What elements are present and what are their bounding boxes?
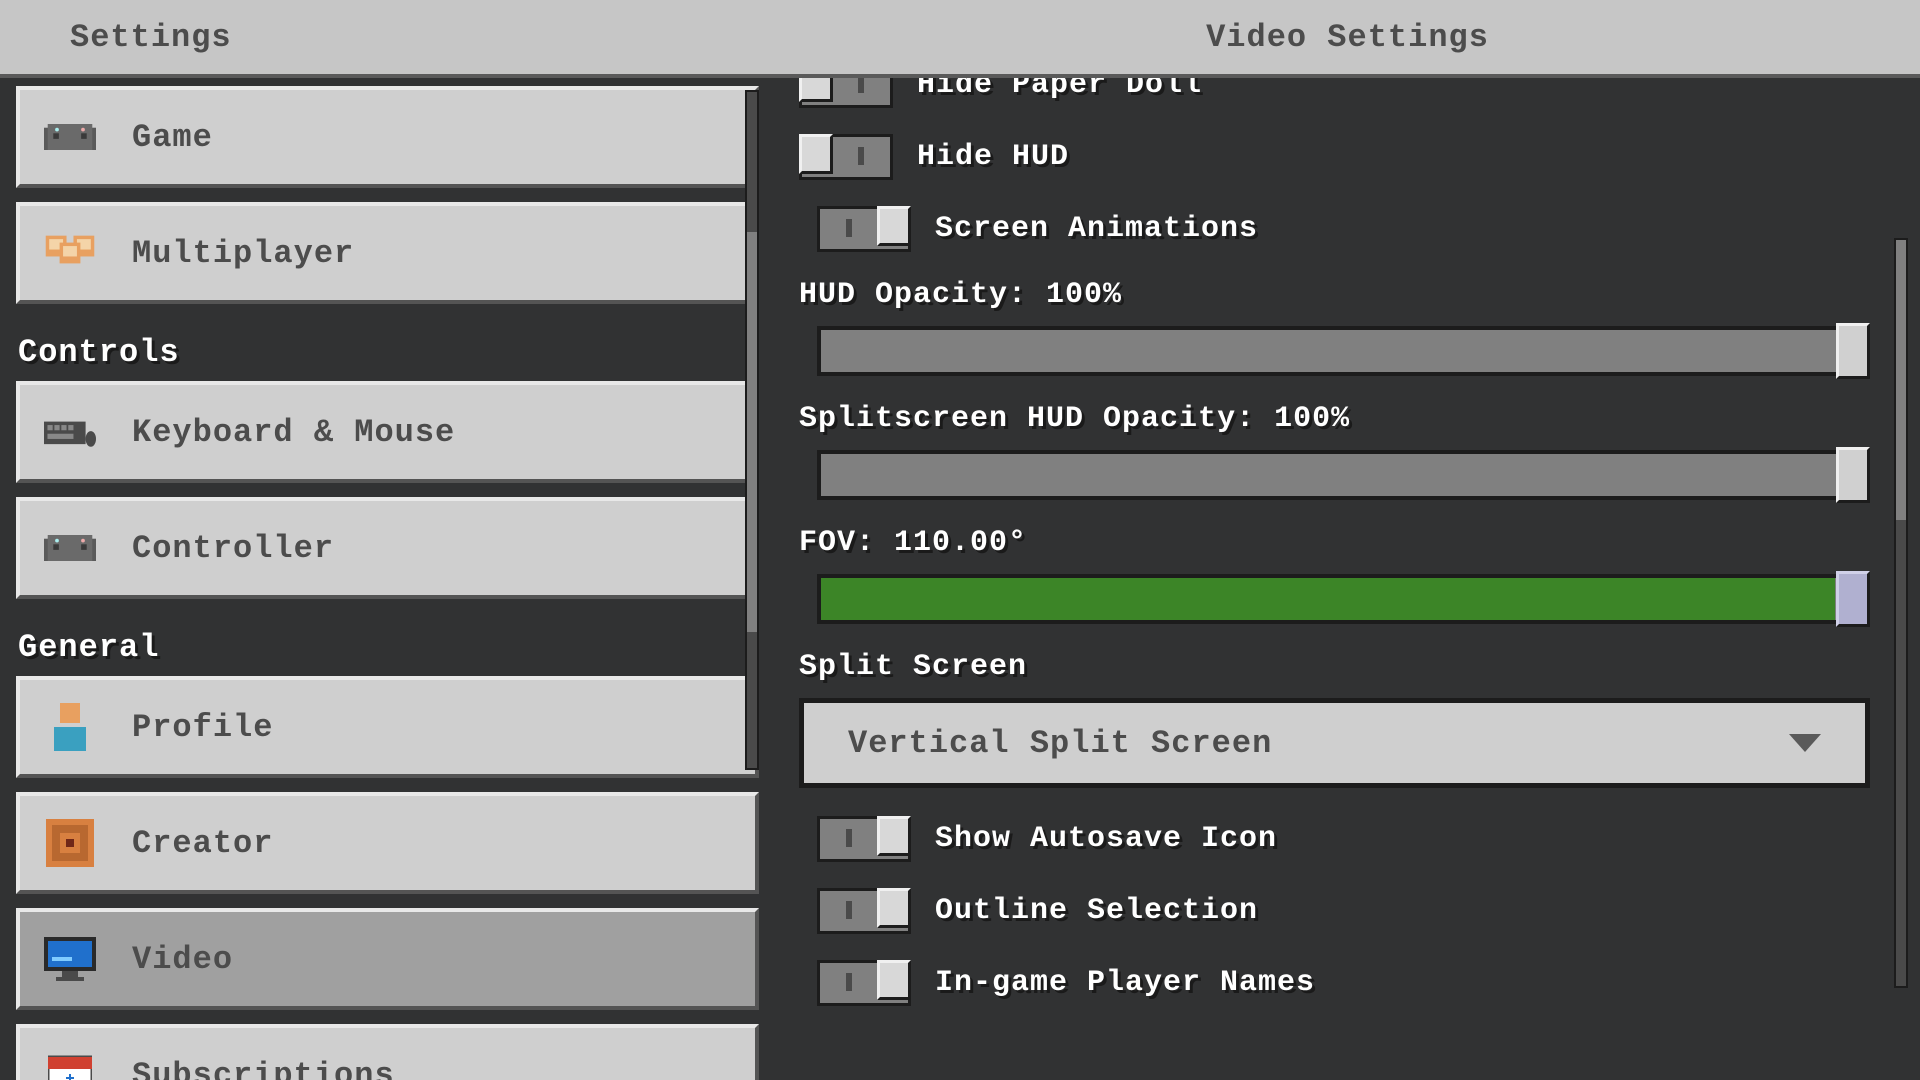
controller-icon bbox=[44, 111, 96, 163]
sidebar: Game Multiplayer Controls Keyboard & Mouse C… bbox=[0, 78, 775, 1080]
sidebar-item-creator[interactable]: Creator bbox=[16, 792, 759, 894]
sidebar-item-label: Controller bbox=[132, 530, 334, 567]
sidebar-item-video[interactable]: Video bbox=[16, 908, 759, 1010]
keyboard-icon bbox=[44, 406, 96, 458]
sidebar-item-game[interactable]: Game bbox=[16, 86, 759, 188]
sidebar-item-multiplayer[interactable]: Multiplayer bbox=[16, 202, 759, 304]
header-bar: Settings Video Settings bbox=[0, 0, 1920, 78]
dropdown-splitscreen[interactable]: Vertical Split Screen bbox=[799, 698, 1870, 788]
toggle-label: Outline Selection bbox=[935, 894, 1258, 928]
sidebar-item-subscriptions[interactable]: Subscriptions bbox=[16, 1024, 759, 1080]
slider-thumb[interactable] bbox=[1836, 323, 1870, 379]
toggle-outline-selection[interactable] bbox=[817, 888, 911, 934]
header-title-left: Settings bbox=[0, 19, 775, 56]
toggle-screen-animations[interactable] bbox=[817, 206, 911, 252]
sidebar-item-label: Profile bbox=[132, 709, 273, 746]
creator-icon bbox=[44, 817, 96, 869]
slider-label-fov: FOV: 110.00° bbox=[799, 526, 1870, 560]
content-scrollbar-thumb[interactable] bbox=[1896, 240, 1906, 520]
content-panel: Hide Paper Doll Hide HUD Screen Animations… bbox=[775, 78, 1920, 1080]
sidebar-item-label: Game bbox=[132, 119, 213, 156]
sidebar-item-label: Video bbox=[132, 941, 233, 978]
calendar-icon bbox=[44, 1049, 96, 1080]
sidebar-item-profile[interactable]: Profile bbox=[16, 676, 759, 778]
sidebar-section-header: Controls bbox=[16, 318, 759, 381]
toggle-hide-paper-doll[interactable] bbox=[799, 78, 893, 108]
chevron-down-icon bbox=[1789, 734, 1821, 752]
slider-label-hud-opacity: HUD Opacity: 100% bbox=[799, 278, 1870, 312]
slider-label-splitscreen-hud-opacity: Splitscreen HUD Opacity: 100% bbox=[799, 402, 1870, 436]
toggle-label: Screen Animations bbox=[935, 212, 1258, 246]
toggle-label: In-game Player Names bbox=[935, 966, 1315, 1000]
slider-splitscreen-hud-opacity[interactable] bbox=[817, 450, 1870, 500]
monitor-icon bbox=[44, 933, 96, 985]
toggle-hide-hud[interactable] bbox=[799, 134, 893, 180]
slider-hud-opacity[interactable] bbox=[817, 326, 1870, 376]
controller-icon bbox=[44, 522, 96, 574]
toggle-show-autosave-icon[interactable] bbox=[817, 816, 911, 862]
players-icon bbox=[44, 227, 96, 279]
sidebar-section-header: General bbox=[16, 613, 759, 676]
header-title-right: Video Settings bbox=[775, 19, 1920, 56]
sidebar-item-label: Creator bbox=[132, 825, 273, 862]
slider-fov[interactable] bbox=[817, 574, 1870, 624]
sidebar-item-label: Multiplayer bbox=[132, 235, 354, 272]
sidebar-item-label: Keyboard & Mouse bbox=[132, 414, 455, 451]
content-scrollbar[interactable] bbox=[1894, 238, 1908, 988]
toggle-label: Hide Paper Doll bbox=[917, 78, 1202, 102]
profile-icon bbox=[44, 701, 96, 753]
toggle-ingame-player-names[interactable] bbox=[817, 960, 911, 1006]
sidebar-scrollbar[interactable] bbox=[745, 90, 759, 770]
sidebar-scrollbar-thumb[interactable] bbox=[747, 232, 757, 632]
sidebar-item-label: Subscriptions bbox=[132, 1057, 395, 1080]
slider-thumb[interactable] bbox=[1836, 447, 1870, 503]
dropdown-label-splitscreen: Split Screen bbox=[799, 650, 1870, 684]
sidebar-item-keyboard[interactable]: Keyboard & Mouse bbox=[16, 381, 759, 483]
slider-thumb[interactable] bbox=[1836, 571, 1870, 627]
dropdown-value: Vertical Split Screen bbox=[848, 725, 1272, 762]
toggle-label: Hide HUD bbox=[917, 140, 1069, 174]
toggle-label: Show Autosave Icon bbox=[935, 822, 1277, 856]
sidebar-item-controller[interactable]: Controller bbox=[16, 497, 759, 599]
